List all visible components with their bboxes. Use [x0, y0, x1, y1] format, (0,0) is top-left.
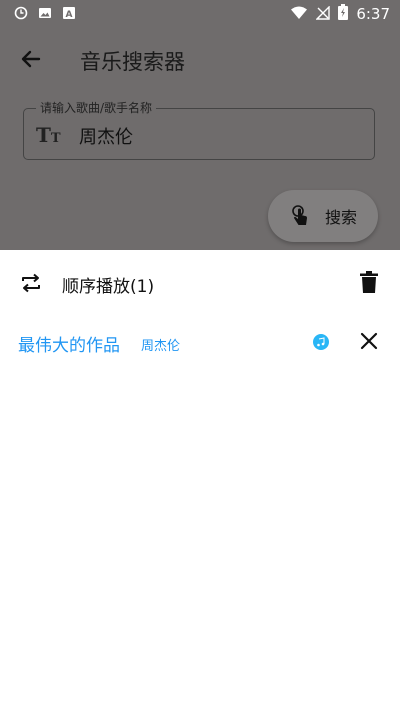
sync-icon [14, 6, 28, 20]
search-field[interactable]: 请输入歌曲/歌手名称 TT 周杰伦 [23, 99, 375, 160]
playlist: 最伟大的作品 周杰伦 [0, 314, 400, 370]
text-size-icon: TT [36, 123, 61, 147]
playlist-header: 顺序播放(1) [0, 250, 400, 314]
wifi-icon [290, 5, 308, 24]
search-button[interactable]: 搜索 [268, 190, 378, 242]
remove-song-button[interactable] [356, 328, 382, 354]
image-icon [38, 6, 52, 20]
app-title: 音乐搜索器 [80, 50, 185, 74]
now-playing-icon [313, 334, 329, 350]
clock: 6:37 [356, 5, 390, 23]
song-title: 最伟大的作品 [18, 336, 120, 356]
playlist-sheet: 顺序播放(1) 最伟大的作品 周杰伦 [0, 250, 400, 720]
a-icon: A [62, 6, 76, 20]
play-mode-label: 顺序播放(1) [62, 277, 155, 297]
back-button[interactable] [16, 44, 46, 74]
repeat-icon [22, 273, 40, 293]
search-field-label: 请输入歌曲/歌手名称 [36, 99, 157, 116]
trash-icon [360, 271, 378, 293]
touch-icon [292, 205, 307, 225]
background-app: A 6:37 音乐搜索器 请输入歌曲/歌手名称 TT 周杰伦 搜索 [0, 0, 400, 250]
no-signal-icon [315, 4, 331, 24]
arrow-back-icon [21, 50, 41, 68]
play-mode-button[interactable] [18, 270, 44, 296]
search-button-label: 搜索 [324, 208, 357, 227]
close-icon [360, 332, 378, 350]
search-input[interactable]: 周杰伦 [79, 123, 133, 149]
status-bar: A 6:37 [0, 0, 400, 28]
song-artist: 周杰伦 [141, 339, 181, 354]
playlist-item[interactable]: 最伟大的作品 周杰伦 [0, 314, 400, 370]
app-bar: 音乐搜索器 [0, 34, 400, 84]
clear-playlist-button[interactable] [356, 269, 382, 295]
battery-charging-icon [338, 4, 349, 24]
svg-text:A: A [66, 10, 73, 20]
